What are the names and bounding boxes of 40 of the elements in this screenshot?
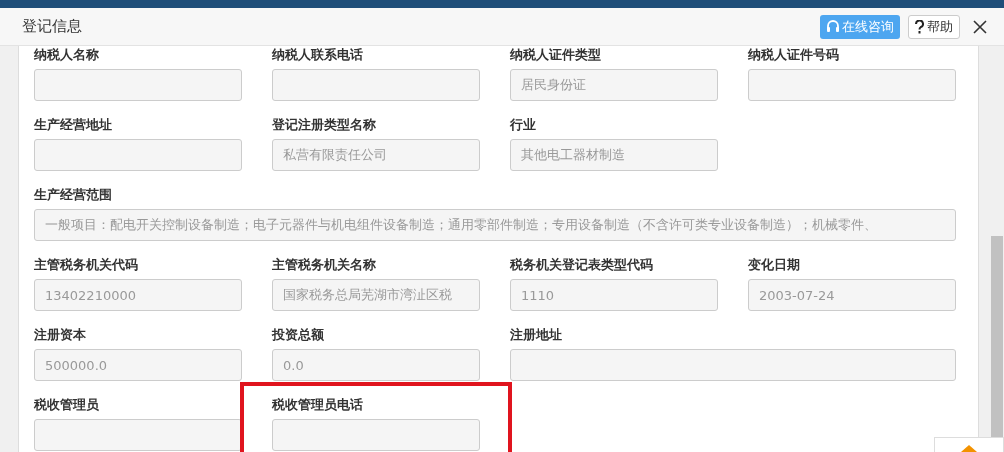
headset-icon (826, 19, 840, 34)
input-field[interactable] (748, 69, 956, 101)
field-label: 注册资本 (34, 326, 87, 344)
input-field[interactable] (34, 139, 242, 171)
field-label: 税收管理员 (34, 396, 100, 414)
input-field[interactable]: 500000.0 (34, 349, 242, 381)
field-label: 投资总额 (272, 326, 325, 344)
input-field[interactable] (272, 69, 480, 101)
input-field[interactable]: 居民身份证 (510, 69, 718, 101)
help-button[interactable]: 帮助 (908, 14, 960, 39)
field-label: 变化日期 (748, 256, 801, 274)
input-field[interactable] (510, 349, 956, 381)
input-field[interactable] (34, 419, 242, 451)
input-field[interactable]: 13402210000 (34, 279, 242, 311)
field-label: 登记注册类型名称 (272, 116, 377, 134)
field-label: 生产经营地址 (34, 116, 113, 134)
field-label: 税务机关登记表类型代码 (510, 256, 654, 274)
field-label: 主管税务机关代码 (34, 256, 139, 274)
input-field[interactable] (272, 419, 480, 451)
field-label: 生产经营范围 (34, 186, 113, 204)
close-icon (973, 19, 987, 34)
input-field[interactable]: 2003-07-24 (748, 279, 956, 311)
field-label: 纳税人证件号码 (748, 46, 840, 64)
input-field[interactable]: 其他电工器材制造 (510, 139, 718, 171)
window-title: 登记信息 (22, 17, 83, 36)
input-field[interactable] (34, 69, 242, 101)
consult-button[interactable]: 在线咨询 (820, 14, 900, 39)
field-label: 纳税人名称 (34, 46, 100, 64)
input-field[interactable]: 私营有限责任公司 (272, 139, 480, 171)
field-label: 注册地址 (510, 326, 563, 344)
field-label: 主管税务机关名称 (272, 256, 377, 274)
field-label: 纳税人证件类型 (510, 46, 602, 64)
input-field[interactable]: 0.0 (272, 349, 480, 381)
input-field[interactable]: 国家税务总局芜湖市湾沚区税 (272, 279, 480, 311)
field-label: 纳税人联系电话 (272, 46, 364, 64)
field-label: 税收管理员电话 (272, 396, 364, 414)
input-field[interactable]: 1110 (510, 279, 718, 311)
field-label: 行业 (510, 116, 537, 134)
triangle-icon (959, 444, 979, 452)
question-icon (915, 19, 924, 34)
